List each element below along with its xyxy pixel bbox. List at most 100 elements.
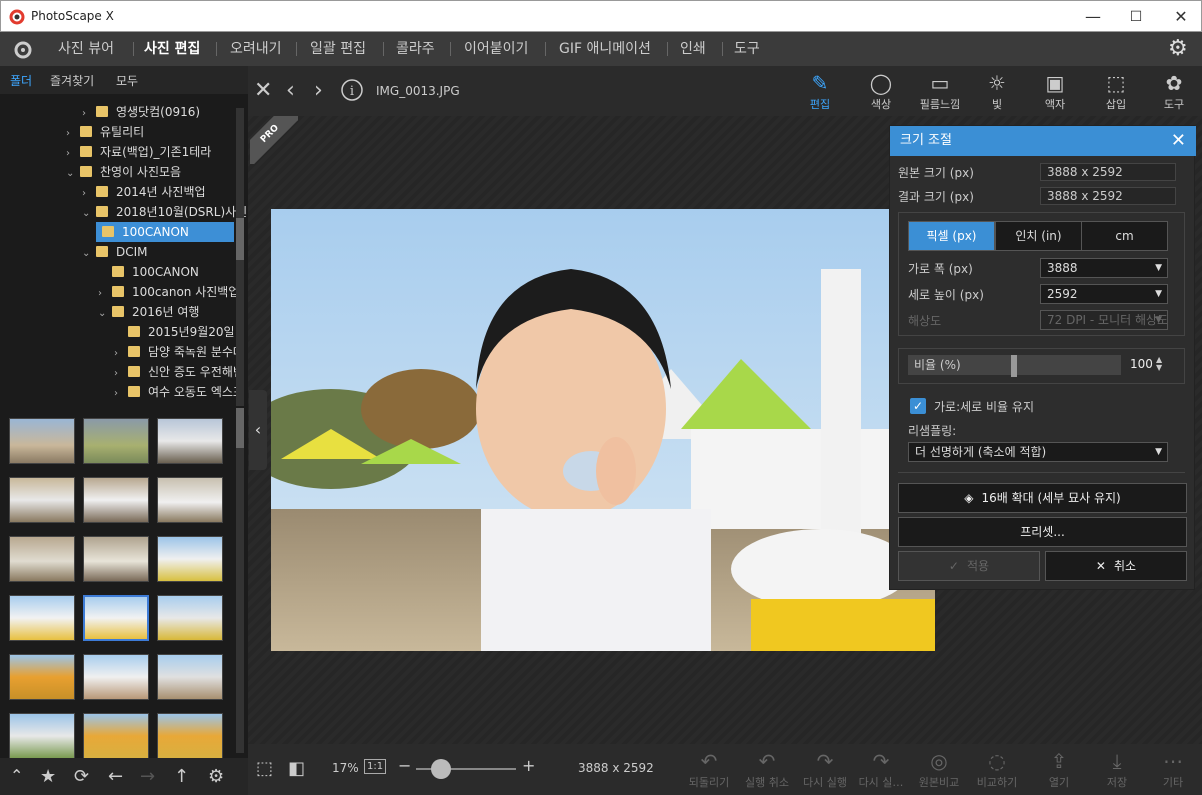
zoom-out-button[interactable]: − (398, 756, 411, 775)
menu-photo-edit[interactable]: 사진 편집 (136, 32, 208, 66)
zoom-slider[interactable] (416, 759, 516, 779)
tree-item[interactable]: › 유틸리티 (66, 122, 144, 142)
chevron-right-icon[interactable]: › (98, 284, 112, 304)
width-input[interactable]: 3888 ▼ (1040, 258, 1168, 278)
chevron-right-icon[interactable]: › (66, 144, 80, 164)
thumbnail[interactable] (83, 477, 149, 523)
thumbnail[interactable] (9, 536, 75, 582)
tool-insert[interactable]: ⬚ 삽입 (1089, 70, 1143, 114)
thumbnail[interactable] (157, 477, 223, 523)
thumbnail[interactable] (9, 418, 75, 464)
selection-icon[interactable]: ⬚ (256, 758, 273, 779)
menu-tools[interactable]: 도구 (726, 32, 768, 66)
cancel-button[interactable]: ✕ 취소 (1045, 551, 1187, 581)
chevron-right-icon[interactable]: › (82, 104, 96, 124)
compare-split-icon[interactable]: ◧ (288, 758, 305, 779)
tool-film[interactable]: ▭ 필름느낌 (913, 70, 967, 114)
chevron-down-icon[interactable]: ⌄ (82, 204, 96, 224)
ratio-slider-handle[interactable] (1011, 355, 1017, 377)
chevron-right-icon[interactable]: › (114, 344, 128, 364)
thumbnail[interactable] (83, 654, 149, 700)
compare-button[interactable]: ◌ 비교하기 (968, 748, 1026, 790)
thumbnail[interactable] (157, 418, 223, 464)
thumbnail[interactable] (157, 654, 223, 700)
thumbnail[interactable] (9, 713, 75, 759)
prev-image-icon[interactable]: ‹ (286, 78, 295, 103)
tree-item[interactable]: 100CANON (98, 262, 199, 282)
close-image-icon[interactable]: ✕ (254, 78, 272, 103)
resolution-select[interactable]: 72 DPI - 모니터 해상도 ▼ (1040, 310, 1168, 330)
actual-size-button[interactable]: 1:1 (364, 759, 387, 774)
back-arrow-icon[interactable]: ← (108, 766, 123, 787)
collapse-panel-icon[interactable]: ‹ (249, 390, 267, 470)
thumbnail[interactable] (157, 595, 223, 641)
tree-item[interactable]: › 신안 증도 우전해변 (114, 362, 244, 382)
menu-combine[interactable]: 이어붙이기 (456, 32, 536, 66)
thumbnail-scrollbar[interactable] (236, 408, 244, 753)
next-image-icon[interactable]: › (314, 78, 323, 103)
up-arrow-icon[interactable]: ↑ (174, 766, 189, 787)
preset-button[interactable]: 프리셋... (898, 517, 1187, 547)
tab-favorites[interactable]: 즐겨찾기 (50, 72, 94, 89)
menu-gif[interactable]: GIF 애니메이션 (551, 32, 659, 66)
unit-inch-button[interactable]: 인치 (in) (995, 221, 1082, 251)
maximize-button[interactable]: ☐ (1116, 5, 1156, 29)
compare-original-button[interactable]: ◎ 원본비교 (910, 748, 968, 790)
tool-light[interactable]: ☼ 빛 (970, 70, 1024, 114)
favorite-star-icon[interactable]: ★ (40, 766, 56, 787)
tool-frame[interactable]: ▣ 액자 (1028, 70, 1082, 114)
save-button[interactable]: ⤓ 저장 (1088, 748, 1146, 790)
thumbnail[interactable] (9, 477, 75, 523)
menu-batch-edit[interactable]: 일괄 편집 (302, 32, 374, 66)
thumbnail[interactable] (9, 595, 75, 641)
close-window-button[interactable]: ✕ (1161, 5, 1201, 29)
settings-gear-icon[interactable]: ⚙ (1168, 36, 1188, 61)
tool-tools[interactable]: ✿ 도구 (1147, 70, 1201, 114)
keep-ratio-checkbox[interactable]: ✓ (910, 398, 926, 414)
redo-button[interactable]: ↷ 다시 실행 (796, 748, 854, 790)
unit-pixel-button[interactable]: 픽셀 (px) (908, 221, 995, 251)
menu-collage[interactable]: 콜라주 (388, 32, 443, 66)
tool-color[interactable]: ◯ 색상 (854, 70, 908, 114)
chevron-down-icon[interactable]: ⌄ (66, 164, 80, 184)
undo-button[interactable]: ↶ 실행 취소 (738, 748, 796, 790)
settings-icon[interactable]: ⚙ (208, 766, 224, 787)
more-button[interactable]: ⋯ 기타 (1144, 748, 1202, 790)
tree-item[interactable]: ⌄ DCIM (82, 242, 148, 262)
edited-photo[interactable] (271, 209, 935, 651)
close-dialog-icon[interactable]: ✕ (1171, 126, 1186, 156)
zoom-in-button[interactable]: + (522, 756, 535, 775)
undo-all-button[interactable]: ↶ 되돌리기 (680, 748, 738, 790)
thumbnail-selected[interactable] (83, 595, 149, 641)
thumbnail[interactable] (157, 713, 223, 759)
tree-item[interactable]: › 자료(백업)_기존1테라 (66, 142, 211, 162)
thumbnail[interactable] (9, 654, 75, 700)
tree-item[interactable]: ⌄ 찬영이 사진모음 (66, 162, 181, 182)
tab-folder[interactable]: 폴더 (10, 72, 32, 89)
chevron-right-icon[interactable]: › (66, 124, 80, 144)
tab-all[interactable]: 모두 (116, 72, 138, 89)
height-input[interactable]: 2592 ▼ (1040, 284, 1168, 304)
tree-item[interactable]: › 영생닷컴(0916) (82, 102, 200, 122)
refresh-icon[interactable]: ⟳ (74, 766, 89, 787)
tree-item[interactable]: 100CANON (96, 222, 234, 242)
redo-all-button[interactable]: ↷ 다시 실… (852, 748, 910, 790)
unit-cm-button[interactable]: cm (1081, 221, 1168, 251)
tool-edit[interactable]: ✎ 편집 (793, 70, 847, 114)
menu-cutout[interactable]: 오려내기 (222, 32, 290, 66)
open-button[interactable]: ⇪ 열기 (1030, 748, 1088, 790)
menu-print[interactable]: 인쇄 (672, 32, 714, 66)
search-icon[interactable] (12, 39, 34, 61)
resample-select[interactable]: 더 선명하게 (축소에 적합) ▼ (908, 442, 1168, 462)
enlarge-16x-button[interactable]: ◈ 16배 확대 (세부 묘사 유지) (898, 483, 1187, 513)
chevron-down-icon[interactable]: ⌄ (82, 244, 96, 264)
tree-item[interactable]: 2015년9월20일 (114, 322, 235, 342)
tree-item[interactable]: › 담양 죽녹원 분수대 (114, 342, 244, 362)
tree-scrollbar[interactable] (236, 108, 244, 408)
collapse-up-icon[interactable]: ⌃ (10, 766, 23, 785)
apply-button[interactable]: ✓ 적용 (898, 551, 1040, 581)
thumbnail[interactable] (83, 713, 149, 759)
tree-item[interactable]: › 여수 오동도 엑스포 (114, 382, 244, 402)
ratio-value[interactable]: 100 (1130, 357, 1153, 371)
thumbnail[interactable] (83, 418, 149, 464)
